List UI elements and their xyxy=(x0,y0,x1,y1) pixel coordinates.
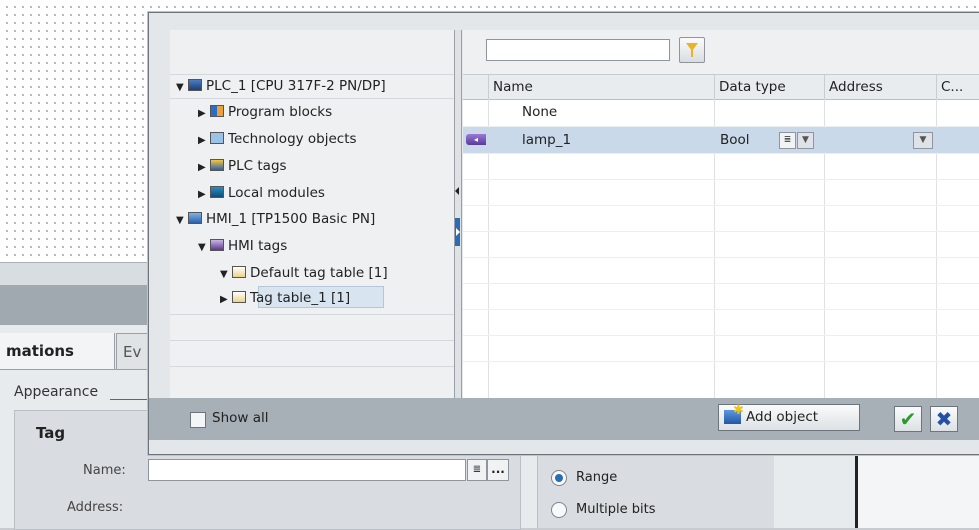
tree-item-label: Technology objects xyxy=(228,131,357,147)
tab-animations[interactable]: mations xyxy=(0,333,115,369)
expand-icon[interactable]: ▶ xyxy=(198,129,208,153)
grid-cell-name[interactable]: None xyxy=(522,100,557,124)
expand-icon[interactable]: ▶ xyxy=(198,102,208,126)
tree-item-label: Program blocks xyxy=(228,104,333,120)
grid-cell-name[interactable]: lamp_1 xyxy=(522,128,571,152)
column-header-address[interactable]: Address xyxy=(824,75,936,99)
tree-item-tag-table-1[interactable]: ▶ Tag table_1 [1] xyxy=(220,286,350,310)
collapse-icon[interactable]: ▼ xyxy=(176,76,186,100)
tag-table-icon xyxy=(232,291,246,303)
local-modules-icon xyxy=(210,186,224,198)
plc-tags-icon xyxy=(210,159,224,171)
expand-right-icon[interactable] xyxy=(456,228,460,236)
ok-button[interactable]: ✔ xyxy=(894,406,922,432)
hmi-tags-icon xyxy=(210,239,224,251)
expand-icon[interactable]: ▶ xyxy=(198,156,208,180)
chevron-down-icon: ▼ xyxy=(802,135,809,145)
multiple-bits-radio[interactable] xyxy=(551,502,567,518)
show-all-label[interactable]: Show all xyxy=(212,410,269,426)
panel-splitter[interactable] xyxy=(454,30,462,398)
tag-name-input[interactable] xyxy=(148,459,466,481)
collapse-icon[interactable]: ▼ xyxy=(176,209,186,233)
tree-item-hmi-tags[interactable]: ▼ HMI tags xyxy=(198,234,287,258)
tree-row-divider xyxy=(170,366,455,367)
grid-cell-data-type[interactable]: Bool xyxy=(720,128,750,152)
column-header-name[interactable]: Name xyxy=(488,75,714,99)
tag-group-title: Tag xyxy=(36,424,66,442)
data-type-list-button[interactable]: ≣ xyxy=(779,132,796,149)
tree-row-divider xyxy=(170,314,455,315)
range-radio-label[interactable]: Range xyxy=(576,470,617,485)
tree-item-local-modules[interactable]: ▶ Local modules xyxy=(198,181,325,205)
column-header-data-type[interactable]: Data type xyxy=(714,75,824,99)
tree-item-program-blocks[interactable]: ▶ Program blocks xyxy=(198,100,332,124)
tree-row-divider xyxy=(170,340,455,341)
grid-row-line xyxy=(463,309,979,310)
grid-row-line xyxy=(463,179,979,180)
add-object-label: Add object xyxy=(746,409,819,425)
program-blocks-icon xyxy=(210,105,224,117)
grid-row-line xyxy=(463,231,979,232)
tag-list-button[interactable]: ≣ xyxy=(467,459,487,481)
tree-item-label: HMI tags xyxy=(228,238,288,254)
plc-icon xyxy=(188,79,202,91)
tree-item-label: PLC tags xyxy=(228,158,287,174)
funnel-icon-stem xyxy=(691,50,693,57)
address-label: Address: xyxy=(67,500,124,515)
cancel-button[interactable]: ✖ xyxy=(930,406,958,432)
grid-row-line xyxy=(463,335,979,336)
appearance-section-label: Appearance xyxy=(14,384,99,400)
grid-row-line xyxy=(463,205,979,206)
grid-row-line xyxy=(463,153,979,154)
list-icon: ≣ xyxy=(472,464,482,475)
collapse-icon[interactable]: ▼ xyxy=(220,263,230,287)
close-icon: ✖ xyxy=(935,407,953,431)
tree-item-label: Default tag table [1] xyxy=(250,265,388,281)
tag-table-icon xyxy=(232,266,246,278)
address-dropdown[interactable]: ▼ xyxy=(913,132,933,149)
tag-browse-button[interactable]: ... xyxy=(487,459,509,481)
tree-item-plc-tags[interactable]: ▶ PLC tags xyxy=(198,154,287,178)
multiple-bits-radio-label[interactable]: Multiple bits xyxy=(576,502,656,517)
tree-item-label: Local modules xyxy=(228,185,325,201)
tree-item-label: PLC_1 [CPU 317F-2 PN/DP] xyxy=(206,78,386,94)
tree-item-hmi[interactable]: ▼ HMI_1 [TP1500 Basic PN] xyxy=(176,207,375,231)
ellipsis-icon: ... xyxy=(491,462,505,476)
tree-item-technology-objects[interactable]: ▶ Technology objects xyxy=(198,127,357,151)
filter-input[interactable] xyxy=(486,39,670,61)
expand-icon[interactable]: ▶ xyxy=(198,183,208,207)
grid-row-line xyxy=(463,361,979,362)
collapse-icon[interactable]: ▼ xyxy=(198,236,208,260)
checkmark-icon: ✔ xyxy=(899,407,917,431)
name-label: Name: xyxy=(83,463,126,478)
tree-item-label: HMI_1 [TP1500 Basic PN] xyxy=(206,211,376,227)
expand-icon[interactable]: ▶ xyxy=(220,288,230,312)
technology-objects-icon xyxy=(210,132,224,144)
data-type-dropdown[interactable]: ▼ xyxy=(797,132,814,149)
list-icon: ≣ xyxy=(783,135,792,145)
grid-row-line xyxy=(463,257,979,258)
range-radio[interactable] xyxy=(551,470,567,486)
collapse-left-icon[interactable] xyxy=(455,187,459,195)
tree-item-label: Tag table_1 [1] xyxy=(250,290,351,306)
tree-item-default-tag-table[interactable]: ▼ Default tag table [1] xyxy=(220,261,388,285)
grid-row-line xyxy=(463,283,979,284)
column-header-comment[interactable]: C... xyxy=(936,75,979,99)
show-all-checkbox[interactable] xyxy=(190,412,206,428)
tree-item-plc[interactable]: ▼ PLC_1 [CPU 317F-2 PN/DP] xyxy=(176,74,386,98)
hmi-tag-icon: ◂ xyxy=(466,134,486,145)
tree-row-divider xyxy=(170,98,455,99)
chevron-down-icon: ▼ xyxy=(919,135,927,145)
hmi-device-icon xyxy=(188,212,202,224)
new-star-icon: ✱ xyxy=(733,403,744,418)
